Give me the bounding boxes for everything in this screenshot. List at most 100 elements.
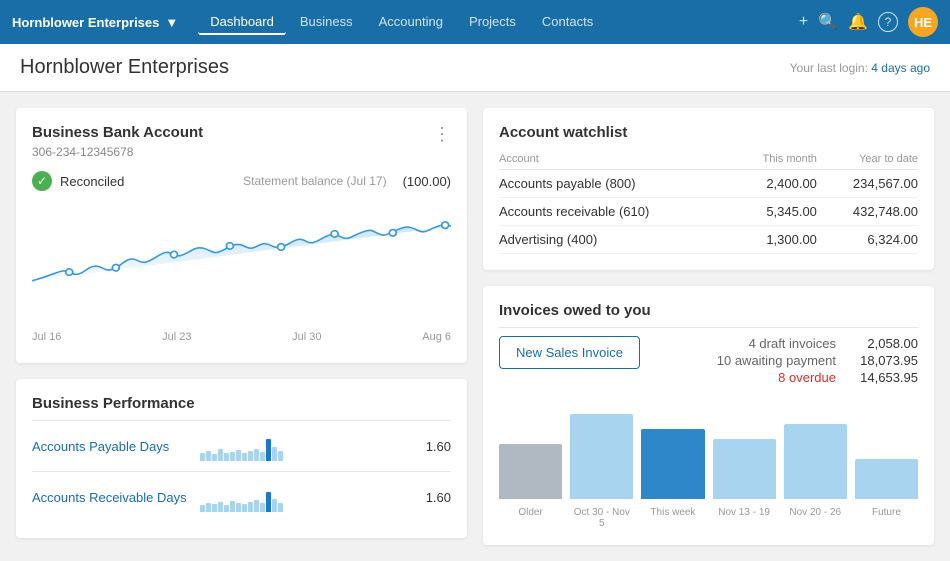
nav-links: Dashboard Business Accounting Projects C… <box>198 10 799 35</box>
perf-bar <box>254 500 259 512</box>
watchlist-account-2: Advertising (400) <box>499 226 732 254</box>
perf-bar <box>218 502 223 512</box>
invoices-top: New Sales Invoice 4 draft invoices 2,058… <box>499 336 918 387</box>
perf-bar <box>206 503 211 512</box>
perf-label-0[interactable]: Accounts Payable Days <box>32 439 192 454</box>
nav-business[interactable]: Business <box>288 10 365 35</box>
inv-bar-group-3 <box>713 399 776 499</box>
bank-header: Business Bank Account 306-234-12345678 ⋮ <box>32 124 451 171</box>
page-title: Hornblower Enterprises <box>20 56 229 79</box>
invoice-stat-label-2: 8 overdue <box>778 370 836 385</box>
perf-bar <box>200 453 205 461</box>
invoice-stat-value-0: 2,058.00 <box>848 336 918 351</box>
watchlist-col-year: Year to date <box>817 149 918 170</box>
watchlist-col-month: This month <box>732 149 817 170</box>
invoice-chart <box>499 403 918 503</box>
inv-bar-label-3: Nov 13 - 19 <box>713 507 776 529</box>
perf-bar <box>254 449 259 461</box>
perf-bar <box>278 503 283 512</box>
bank-menu-icon[interactable]: ⋮ <box>433 124 451 145</box>
perf-bar <box>272 499 277 512</box>
invoice-stat-label-0: 4 draft invoices <box>749 336 836 351</box>
inv-bar-group-1 <box>570 399 633 499</box>
inv-bar-group-4 <box>784 399 847 499</box>
add-icon[interactable]: + <box>799 13 808 31</box>
perf-bar <box>230 501 235 512</box>
inv-bar-1 <box>570 414 633 499</box>
perf-bar <box>260 452 265 461</box>
reconciled-label: Reconciled <box>60 174 124 189</box>
invoice-stat-value-2: 14,653.95 <box>848 370 918 385</box>
help-icon[interactable]: ? <box>878 12 898 32</box>
nav-contacts[interactable]: Contacts <box>530 10 605 35</box>
perf-bar <box>212 454 217 461</box>
bank-title: Business Bank Account <box>32 124 203 141</box>
perf-bar <box>206 451 211 461</box>
inv-bar-0 <box>499 444 562 499</box>
perf-bar <box>212 504 217 512</box>
statement-value: (100.00) <box>403 174 451 189</box>
chart-label-0: Jul 16 <box>32 331 61 343</box>
brand-name: Hornblower Enterprises <box>12 15 159 30</box>
bank-account-card: Business Bank Account 306-234-12345678 ⋮… <box>16 108 467 363</box>
perf-bar <box>242 453 247 461</box>
watchlist-card: Account watchlist Account This month Yea… <box>483 108 934 270</box>
watchlist-month-1: 5,345.00 <box>732 198 817 226</box>
inv-bar-3 <box>713 439 776 499</box>
performance-card: Business Performance Accounts Payable Da… <box>16 379 467 538</box>
perf-bar <box>272 447 277 461</box>
invoice-stat-row-2: 8 overdue 14,653.95 <box>717 370 918 385</box>
inv-bar-label-2: This week <box>641 507 704 529</box>
nav-dashboard[interactable]: Dashboard <box>198 10 286 35</box>
nav-actions: + 🔍 🔔 ? HE <box>799 7 938 37</box>
watchlist-row: Accounts receivable (610) 5,345.00 432,7… <box>499 198 918 226</box>
invoice-stat-row-0: 4 draft invoices 2,058.00 <box>717 336 918 351</box>
watchlist-month-2: 1,300.00 <box>732 226 817 254</box>
statement-info: Statement balance (Jul 17) (100.00) <box>243 174 451 189</box>
brand-caret: ▼ <box>165 15 178 30</box>
search-icon[interactable]: 🔍 <box>818 12 838 32</box>
bell-icon[interactable]: 🔔 <box>848 12 868 32</box>
perf-bars-0 <box>200 431 408 461</box>
perf-bar <box>248 502 253 512</box>
watchlist-month-0: 2,400.00 <box>732 170 817 198</box>
nav-projects[interactable]: Projects <box>457 10 528 35</box>
user-avatar[interactable]: HE <box>908 7 938 37</box>
new-invoice-button[interactable]: New Sales Invoice <box>499 336 640 369</box>
last-login-link[interactable]: 4 days ago <box>871 61 930 75</box>
inv-bar-label-4: Nov 20 - 26 <box>784 507 847 529</box>
last-login: Your last login: 4 days ago <box>790 61 930 75</box>
inv-bar-label-0: Older <box>499 507 562 529</box>
inv-bar-group-5 <box>855 399 918 499</box>
perf-bar <box>230 452 235 461</box>
perf-bar <box>260 503 265 512</box>
invoices-title: Invoices owed to you <box>499 302 918 319</box>
inv-bar-group-2 <box>641 399 704 499</box>
invoice-stat-label-1: 10 awaiting payment <box>717 353 836 368</box>
brand-menu[interactable]: Hornblower Enterprises ▼ <box>12 15 178 30</box>
page-header: Hornblower Enterprises Your last login: … <box>0 44 950 92</box>
watchlist-ytd-2: 6,324.00 <box>817 226 918 254</box>
perf-bar <box>218 449 223 461</box>
perf-label-1[interactable]: Accounts Receivable Days <box>32 490 192 505</box>
inv-bar-5 <box>855 459 918 499</box>
watchlist-title: Account watchlist <box>499 124 918 141</box>
statement-label: Statement balance (Jul 17) <box>243 174 386 188</box>
navbar: Hornblower Enterprises ▼ Dashboard Busin… <box>0 0 950 44</box>
perf-bar <box>224 505 229 512</box>
nav-accounting[interactable]: Accounting <box>367 10 455 35</box>
perf-bar <box>278 451 283 461</box>
chart-labels: Jul 16 Jul 23 Jul 30 Aug 6 <box>32 327 451 347</box>
inv-bar-2 <box>641 429 704 499</box>
invoice-stats: 4 draft invoices 2,058.00 10 awaiting pa… <box>717 336 918 387</box>
watchlist-table: Account This month Year to date Accounts… <box>499 149 918 254</box>
perf-bar <box>224 453 229 461</box>
perf-row-0: Accounts Payable Days <box>32 431 451 461</box>
chart-label-3: Aug 6 <box>422 331 451 343</box>
invoice-stat-row-1: 10 awaiting payment 18,073.95 <box>717 353 918 368</box>
main-grid: Business Bank Account 306-234-12345678 ⋮… <box>0 92 950 561</box>
perf-bar-highlight <box>266 439 271 461</box>
watchlist-row: Advertising (400) 1,300.00 6,324.00 <box>499 226 918 254</box>
perf-bar <box>242 504 247 512</box>
perf-bar <box>236 503 241 512</box>
